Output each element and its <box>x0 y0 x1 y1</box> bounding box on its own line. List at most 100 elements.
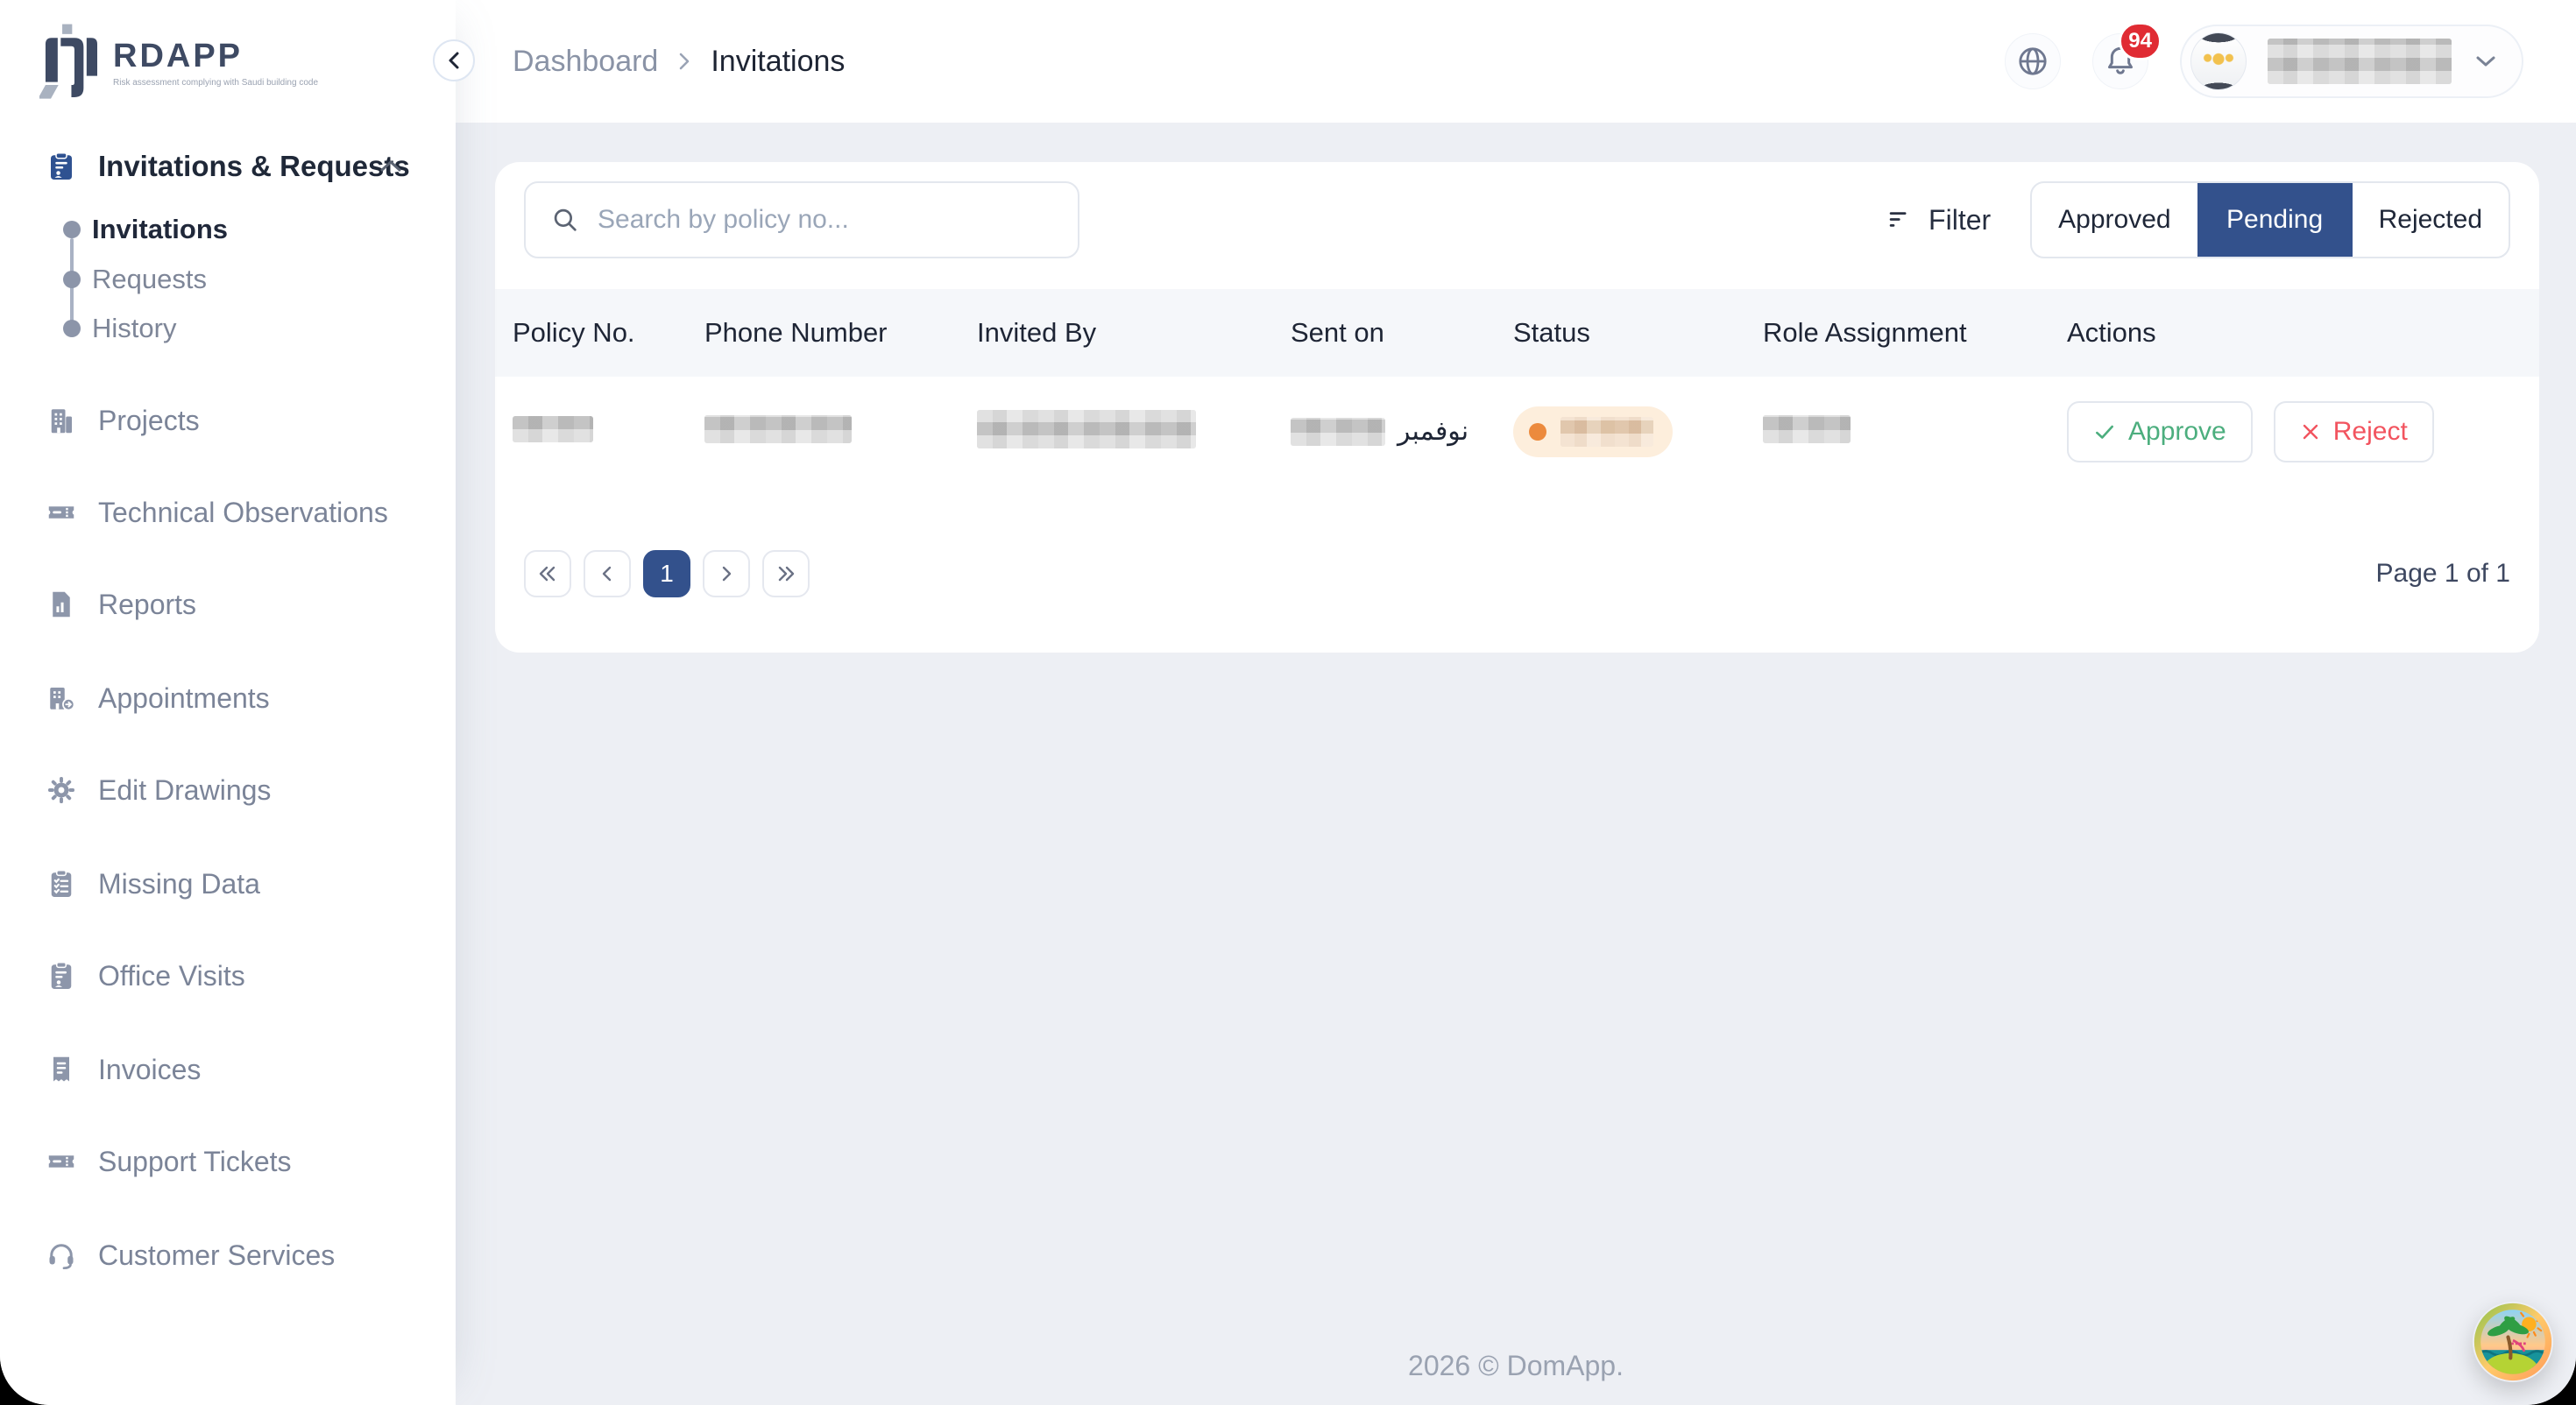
sidebar-item-invoices[interactable]: Invoices <box>0 1041 456 1098</box>
pagination: 1 Page 1 of 1 <box>495 550 2539 597</box>
ticket-icon <box>46 1146 77 1177</box>
chevron-up-icon <box>379 159 403 174</box>
next-page-button[interactable] <box>703 550 750 597</box>
last-page-button[interactable] <box>762 550 810 597</box>
breadcrumb-dashboard[interactable]: Dashboard <box>513 45 658 79</box>
tab-pending[interactable]: Pending <box>2197 183 2353 257</box>
approve-button[interactable]: Approve <box>2067 401 2253 462</box>
bullet-dot-icon <box>63 221 81 238</box>
column-actions: Actions <box>2067 317 2539 349</box>
column-role-assignment: Role Assignment <box>1763 317 2067 349</box>
sidebar-collapse-button[interactable] <box>433 39 475 81</box>
first-page-button[interactable] <box>524 550 571 597</box>
bullet-dot-icon <box>63 320 81 337</box>
footer-copyright: 2026 © DomApp. <box>456 1350 2576 1382</box>
search-input[interactable] <box>598 205 1053 235</box>
reject-button[interactable]: Reject <box>2274 401 2434 462</box>
filter-label: Filter <box>1928 204 1991 237</box>
page-summary: Page 1 of 1 <box>2376 559 2510 589</box>
sidebar-item-support-tickets[interactable]: Support Tickets <box>0 1133 456 1190</box>
column-status: Status <box>1513 317 1763 349</box>
tab-rejected[interactable]: Rejected <box>2353 183 2509 257</box>
user-name-redacted <box>2268 39 2452 84</box>
user-avatar <box>2190 32 2247 90</box>
card-toolbar: Filter Approved Pending Rejected <box>495 181 2539 258</box>
policy-no-redacted <box>513 416 593 442</box>
sidebar-item-edit-drawings[interactable]: Edit Drawings <box>0 762 456 818</box>
sidebar-item-office-visits[interactable]: Office Visits <box>0 948 456 1004</box>
column-invited-by: Invited By <box>977 317 1291 349</box>
filter-and-tabs: Filter Approved Pending Rejected <box>1886 181 2510 258</box>
notification-count-badge: 94 <box>2119 22 2162 60</box>
user-menu[interactable] <box>2180 25 2523 98</box>
breadcrumb-current: Invitations <box>711 45 845 79</box>
page-1-button[interactable]: 1 <box>643 550 690 597</box>
invited-by-redacted <box>977 410 1196 448</box>
brand-logo[interactable]: RDAPP Risk assessment complying with Sau… <box>39 23 318 102</box>
brand-tagline: Risk assessment complying with Saudi bui… <box>113 78 318 88</box>
invitations-card: Filter Approved Pending Rejected Policy … <box>495 162 2539 653</box>
status-badge <box>1513 406 1673 457</box>
main-content: Filter Approved Pending Rejected Policy … <box>456 123 2576 1405</box>
topbar-actions: 94 <box>2005 25 2523 98</box>
brand-name: RDAPP <box>113 38 318 75</box>
language-button[interactable] <box>2005 33 2061 89</box>
sent-on-month: نوفمبر <box>1398 416 1468 447</box>
status-tabs: Approved Pending Rejected <box>2030 181 2510 258</box>
phone-number-redacted <box>704 415 852 443</box>
chevron-down-icon <box>2473 53 2499 70</box>
chevron-left-icon <box>445 50 463 71</box>
ticket-icon <box>46 497 77 528</box>
gear-icon <box>46 774 77 806</box>
notifications-button[interactable]: 94 <box>2092 33 2148 89</box>
sidebar-item-missing-data[interactable]: Missing Data <box>0 856 456 912</box>
sidebar-item-customer-services[interactable]: Customer Services <box>0 1227 456 1283</box>
headset-icon <box>46 1239 77 1271</box>
sidebar-item-invitations[interactable]: Invitations <box>0 208 456 251</box>
sidebar-item-requests[interactable]: Requests <box>0 258 456 300</box>
prev-page-button[interactable] <box>584 550 631 597</box>
breadcrumb: Dashboard Invitations <box>513 45 845 79</box>
sidebar-item-technical-observations[interactable]: Technical Observations <box>0 484 456 540</box>
sidebar-item-history[interactable]: History <box>0 307 456 349</box>
clipboard-person-icon <box>46 151 77 182</box>
clipboard-visitor-icon <box>46 960 77 992</box>
sidebar-group-invitations-requests[interactable]: Invitations & Requests <box>0 138 456 194</box>
double-chevron-right-icon <box>775 565 796 582</box>
clipboard-checklist-icon <box>46 868 77 900</box>
chevron-right-icon <box>719 565 733 582</box>
column-sent-on: Sent on <box>1291 317 1513 349</box>
chevron-left-icon <box>600 565 614 582</box>
sent-on-redacted <box>1291 418 1385 446</box>
check-icon <box>2093 420 2116 443</box>
tab-approved[interactable]: Approved <box>2032 183 2197 257</box>
sidebar-group-label: Invitations & Requests <box>98 150 410 183</box>
receipt-icon <box>46 1054 77 1085</box>
sidebar-item-appointments[interactable]: Appointments <box>0 670 456 726</box>
sidebar-item-projects[interactable]: Projects <box>0 392 456 448</box>
filter-lines-icon <box>1886 207 1913 233</box>
status-dot-icon <box>1529 423 1546 441</box>
building-arrow-icon <box>46 682 77 714</box>
column-phone-number: Phone Number <box>704 317 977 349</box>
filter-button[interactable]: Filter <box>1886 204 1991 237</box>
status-text-redacted <box>1560 417 1653 447</box>
search-box <box>524 181 1079 258</box>
tropical-island-icon <box>2473 1302 2553 1382</box>
x-icon <box>2300 421 2321 442</box>
globe-icon <box>2015 44 2050 79</box>
report-file-icon <box>46 589 77 620</box>
sidebar: RDAPP Risk assessment complying with Sau… <box>0 0 456 1405</box>
vacation-mode-button[interactable] <box>2473 1302 2553 1382</box>
table-row: نوفمبر Approve <box>495 377 2539 486</box>
brand-logo-mark-icon <box>39 23 97 102</box>
sidebar-item-reports[interactable]: Reports <box>0 576 456 632</box>
chevron-right-icon <box>677 50 691 73</box>
table-header: Policy No. Phone Number Invited By Sent … <box>495 289 2539 377</box>
topbar: Dashboard Invitations <box>456 0 2576 123</box>
column-policy-no: Policy No. <box>513 317 704 349</box>
double-chevron-left-icon <box>537 565 558 582</box>
building-icon <box>46 405 77 436</box>
app-window: RDAPP Risk assessment complying with Sau… <box>0 0 2576 1405</box>
role-assignment-redacted <box>1763 415 1851 443</box>
